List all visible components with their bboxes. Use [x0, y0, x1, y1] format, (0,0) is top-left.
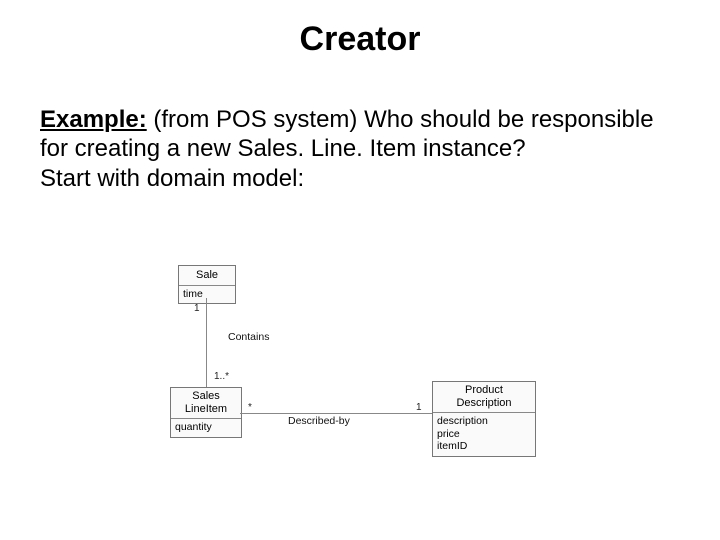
class-pd-name: Product Description [433, 382, 535, 413]
class-sales-line-item: Sales LineItem quantity [170, 387, 242, 438]
domain-model-diagram: Sale time Sales LineItem quantity Produc… [170, 265, 590, 500]
mult-pd-left: 1 [416, 402, 422, 413]
example-lead: Example: [40, 106, 147, 133]
start-line: Start with domain model: [40, 164, 680, 193]
class-pd-name-l1: Product [465, 384, 503, 396]
class-pd-name-l2: Description [456, 397, 511, 409]
mult-sli-top: 1..* [214, 371, 229, 382]
class-sale-attr-time: time [179, 286, 235, 304]
class-sli-name: Sales LineItem [171, 388, 241, 419]
example-paragraph: Example: (from POS system) Who should be… [40, 105, 680, 164]
assoc-label-contains: Contains [228, 331, 269, 343]
class-product-description: Product Description description price it… [432, 381, 536, 457]
assoc-sale-sli-line [206, 298, 207, 387]
class-sli-attr-quantity: quantity [171, 419, 241, 437]
class-pd-attr-itemid: itemID [437, 440, 467, 452]
class-pd-attrs: description price itemID [433, 413, 535, 456]
class-sale-name: Sale [179, 266, 235, 286]
class-sale: Sale time [178, 265, 236, 304]
mult-sale-end: 1 [194, 303, 200, 314]
class-sli-name-l1: Sales [192, 390, 220, 402]
slide-title: Creator [0, 20, 720, 59]
class-pd-attr-description: description [437, 415, 488, 427]
class-pd-attr-price: price [437, 428, 460, 440]
class-sli-name-l2: LineItem [185, 403, 227, 415]
assoc-sli-pd-line [240, 413, 432, 414]
slide: Creator Example: (from POS system) Who s… [0, 0, 720, 540]
mult-sli-right: * [248, 402, 252, 413]
assoc-label-described-by: Described-by [288, 415, 350, 427]
body-text: Example: (from POS system) Who should be… [40, 105, 680, 193]
